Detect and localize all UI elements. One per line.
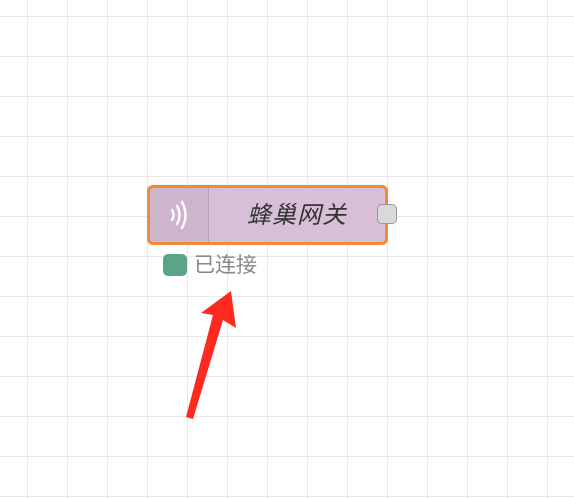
red-arrow-icon	[186, 291, 236, 419]
